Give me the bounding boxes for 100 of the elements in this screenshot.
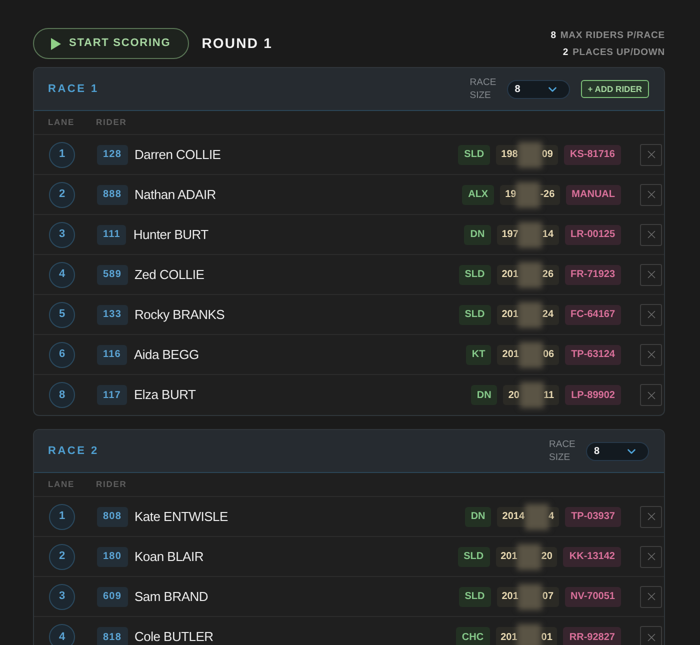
lane-number: 2	[49, 182, 75, 208]
blurred-patch	[518, 142, 542, 168]
date-text: -26	[540, 188, 555, 202]
license-badge: KK-13142	[563, 546, 621, 566]
lane-number: 4	[49, 624, 75, 645]
class-badge: KT	[466, 344, 492, 364]
column-header: LANE	[48, 478, 76, 491]
column-header: LANE	[48, 116, 76, 129]
info-label: MAX RIDERS P/RACE	[560, 29, 665, 42]
start-scoring-button[interactable]: START SCORING	[33, 28, 189, 59]
blurred-patch	[516, 182, 540, 208]
date-text: 14	[542, 228, 554, 242]
blurred-patch	[518, 584, 542, 610]
bib-number: 117	[97, 385, 127, 405]
lane-number: 3	[49, 584, 75, 610]
info-value: 8	[550, 29, 556, 42]
class-badge: DN	[464, 506, 492, 526]
date-text: 198	[501, 148, 518, 162]
play-icon	[51, 38, 61, 50]
date-text: 20	[541, 550, 552, 564]
rider-name: Zed COLLIE	[134, 266, 204, 284]
date-text: 07	[542, 590, 554, 604]
date-text: 09	[542, 148, 553, 162]
date-text: 201	[502, 308, 518, 322]
blurred-patch	[518, 342, 543, 368]
rider-name: Sam BRAND	[134, 588, 208, 606]
lane-number: 1	[49, 142, 75, 168]
license-badge: NV-70051	[564, 586, 621, 606]
remove-rider-button[interactable]	[640, 626, 662, 645]
license-badge: FC-64167	[564, 304, 621, 324]
class-badge: SLD	[458, 546, 490, 566]
class-badge: SLD	[458, 144, 490, 164]
remove-rider-button[interactable]	[640, 144, 662, 166]
lane-number: 5	[49, 302, 75, 328]
rider-name: Elza BURT	[134, 386, 196, 404]
remove-rider-button[interactable]	[640, 264, 662, 286]
license-badge: TP-63124	[565, 344, 621, 364]
date-text: 19	[505, 188, 516, 202]
blurred-patch	[524, 504, 549, 530]
date-text: 201	[502, 268, 518, 282]
license-badge: RR-92827	[563, 627, 621, 645]
remove-rider-button[interactable]	[640, 506, 662, 528]
date-text: 24	[542, 308, 554, 322]
remove-rider-button[interactable]	[640, 224, 662, 246]
bib-number: 116	[97, 344, 127, 364]
license-badge: LR-00125	[564, 224, 621, 244]
lane-number: 3	[49, 222, 75, 248]
lane-number: 6	[49, 342, 75, 368]
rider-name: Aida BEGG	[134, 346, 199, 364]
date-text: 01	[541, 630, 552, 644]
date-text: 201	[502, 348, 519, 362]
class-badge: DN	[464, 224, 491, 244]
remove-rider-button[interactable]	[640, 304, 662, 326]
bib-number: 128	[97, 144, 128, 164]
blurred-patch	[517, 544, 542, 570]
date-text: 197	[502, 228, 518, 242]
rider-name: Kate ENTWISLE	[134, 508, 228, 526]
race-size-select[interactable]: 8	[506, 80, 570, 98]
date-text: 20	[508, 388, 520, 402]
license-badge: FR-71923	[564, 264, 621, 284]
rider-name: Cole BUTLER	[134, 628, 214, 645]
bib-number: 111	[97, 224, 126, 244]
add-rider-button[interactable]: + ADD RIDER	[580, 80, 649, 98]
blurred-patch	[518, 222, 542, 248]
remove-rider-button[interactable]	[640, 586, 662, 608]
race-title: RACE 2	[48, 444, 99, 459]
blurred-patch	[520, 382, 544, 408]
rider-name: Darren COLLIE	[134, 146, 221, 164]
bib-number: 888	[97, 184, 128, 204]
license-badge: TP-03937	[565, 506, 621, 526]
date-text: 26	[542, 268, 554, 282]
remove-rider-button[interactable]	[640, 384, 662, 406]
lane-number: 8	[49, 382, 75, 408]
class-badge: SLD	[458, 264, 491, 284]
blurred-patch	[518, 262, 542, 288]
rider-name: Rocky BRANKS	[134, 306, 225, 324]
info-label: PLACES UP/DOWN	[572, 46, 665, 59]
bib-number: 808	[97, 506, 128, 526]
date-text: 2014	[502, 510, 525, 524]
bib-number: 133	[97, 304, 128, 324]
date-text: 4	[548, 510, 554, 524]
date-text: 11	[544, 388, 554, 402]
class-badge: CHC	[456, 627, 490, 645]
remove-rider-button[interactable]	[640, 344, 662, 366]
race-size-select[interactable]: 8	[586, 442, 649, 460]
bib-number: 609	[97, 586, 128, 606]
license-badge: KS-81716	[564, 144, 621, 164]
remove-rider-button[interactable]	[640, 546, 662, 568]
blurred-patch	[517, 624, 542, 645]
round-title: ROUND 1	[202, 34, 273, 53]
column-header: RIDER	[96, 116, 127, 129]
class-badge: ALX	[462, 184, 494, 204]
remove-rider-button[interactable]	[640, 184, 662, 206]
bib-number: 818	[97, 627, 128, 645]
bib-number: 180	[97, 546, 128, 566]
rider-name: Hunter BURT	[133, 226, 208, 244]
lane-number: 1	[49, 504, 75, 530]
class-badge: SLD	[458, 304, 491, 324]
class-badge: DN	[470, 385, 498, 405]
license-badge: LP-89902	[565, 385, 621, 405]
